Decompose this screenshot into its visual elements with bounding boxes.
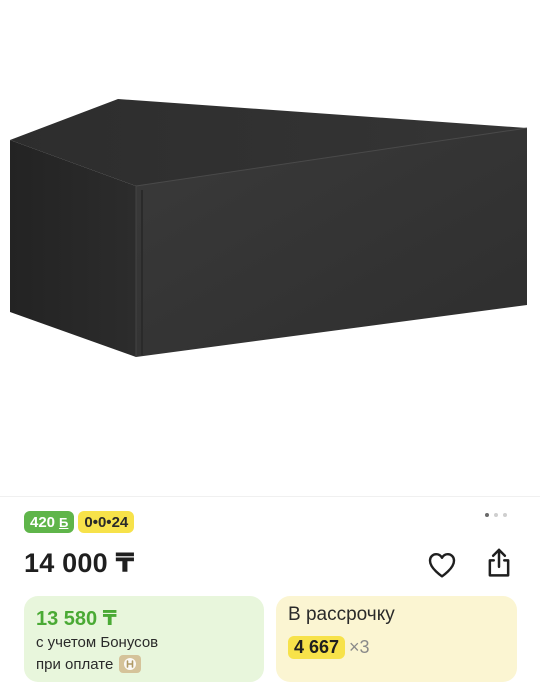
bonus-price: 13 580 ₸ xyxy=(36,608,117,630)
installment-card[interactable]: В рассрочку 4 667 ×3 xyxy=(276,596,517,682)
favorite-button[interactable] xyxy=(424,547,460,583)
product-price: 14 000 ₸ xyxy=(24,548,135,578)
pagination-dot[interactable] xyxy=(485,513,489,517)
bonus-price-card[interactable]: 13 580 ₸ с учетом Бонусов при оплате xyxy=(24,596,264,682)
bonus-badge-symbol: Б xyxy=(59,514,69,530)
badges-row: 420 Б 0•0•24 xyxy=(24,511,135,533)
installment-multiplier: ×3 xyxy=(349,637,370,657)
pagination-dot[interactable] xyxy=(494,513,498,517)
gallery-pagination xyxy=(485,513,507,517)
heart-icon xyxy=(428,553,456,578)
bank-logo-icon xyxy=(119,655,142,673)
share-icon xyxy=(488,548,510,577)
bonus-payment-note: при оплате xyxy=(36,655,142,673)
bonus-badge-value: 420 xyxy=(30,513,56,531)
divider xyxy=(0,496,540,497)
installment-badge: 0•0•24 xyxy=(78,511,135,533)
bonus-description: с учетом Бонусов xyxy=(36,634,159,651)
share-button[interactable] xyxy=(481,545,517,581)
product-photo-drawer xyxy=(10,99,528,357)
bonus-payment-label: при оплате xyxy=(36,655,114,673)
installment-amount: 4 667 xyxy=(288,636,346,659)
installment-title: В рассрочку xyxy=(288,604,395,625)
bonus-badge: 420 Б xyxy=(24,511,75,533)
pagination-dot[interactable] xyxy=(503,513,507,517)
installment-amount-row: 4 667 ×3 xyxy=(288,636,370,659)
installment-badge-label: 0•0•24 xyxy=(84,513,129,531)
product-image[interactable] xyxy=(0,0,540,496)
